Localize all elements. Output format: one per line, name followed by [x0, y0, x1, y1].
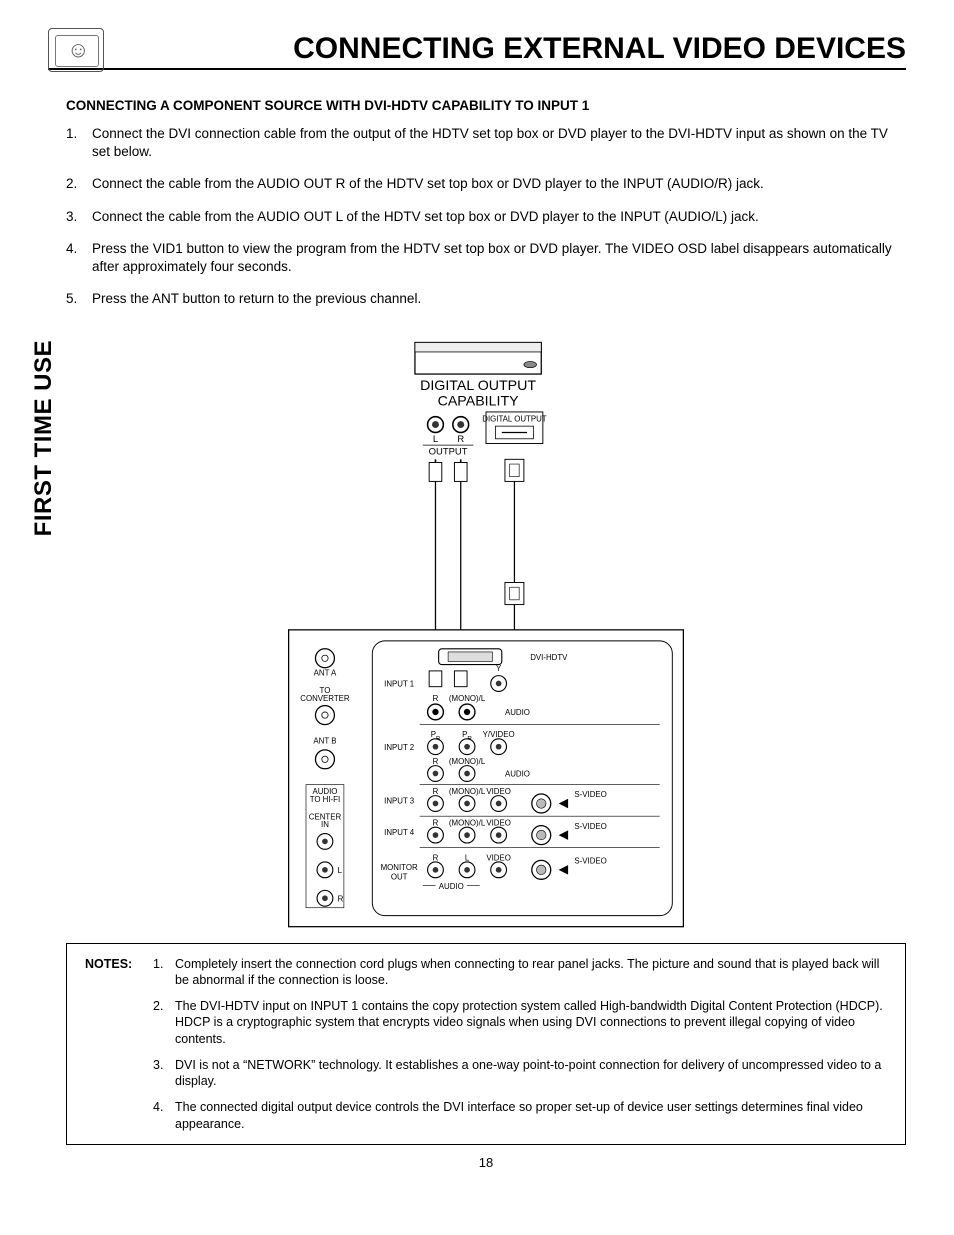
- logo-icon: [48, 28, 104, 72]
- rca-plug-icon: [429, 670, 442, 686]
- steps-list: 1.Connect the DVI connection cable from …: [66, 125, 906, 309]
- diagram-label: R: [433, 818, 439, 827]
- diagram-label: R: [433, 757, 439, 766]
- step-text: Connect the cable from the AUDIO OUT R o…: [92, 175, 906, 193]
- diagram-label: VIDEO: [486, 853, 511, 862]
- diagram-label: AUDIO: [439, 881, 464, 890]
- step-number: 5.: [66, 290, 92, 308]
- diagram-label: R: [433, 787, 439, 796]
- diagram-label: DVI-HDTV: [530, 652, 568, 661]
- rca-plug-icon: [454, 459, 467, 481]
- diagram-label: (MONO)/L: [449, 757, 486, 766]
- step-item: 1.Connect the DVI connection cable from …: [66, 125, 906, 161]
- diagram-label: DIGITAL OUTPUT: [420, 377, 536, 393]
- sidebar-section-label: FIRST TIME USE: [30, 340, 58, 536]
- diagram-label: AUDIO: [505, 708, 530, 717]
- step-item: 5.Press the ANT button to return to the …: [66, 290, 906, 308]
- diagram-label: IN: [321, 820, 329, 829]
- step-number: 3.: [66, 208, 92, 226]
- step-text: Press the ANT button to return to the pr…: [92, 290, 906, 308]
- diagram-label: L: [465, 853, 470, 862]
- diagram-label: R: [457, 433, 464, 444]
- diagram-label: INPUT 3: [384, 796, 415, 805]
- step-number: 2.: [66, 175, 92, 193]
- diagram-label: INPUT 4: [384, 828, 415, 837]
- diagram-label: L: [433, 433, 438, 444]
- source-device-icon: [415, 342, 541, 374]
- tv-back-panel: [289, 629, 684, 926]
- diagram-label: ANT B: [313, 736, 336, 745]
- rca-plug-icon: [454, 670, 467, 686]
- diagram-label: OUTPUT: [429, 446, 468, 457]
- diagram-label: (MONO)/L: [449, 818, 486, 827]
- note-row: 4.The connected digital output device co…: [85, 1099, 887, 1132]
- diagram-label: ANT A: [314, 668, 337, 677]
- diagram-label: R: [433, 693, 439, 702]
- note-text: The DVI-HDTV input on INPUT 1 contains t…: [175, 998, 887, 1047]
- step-number: 4.: [66, 240, 92, 276]
- diagram-label: (MONO)/L: [449, 787, 486, 796]
- diagram-label: AUDIO: [505, 769, 530, 778]
- diagram-label: (MONO)/L: [449, 693, 486, 702]
- page: CONNECTING EXTERNAL VIDEO DEVICES FIRST …: [0, 0, 954, 1235]
- note-text: Completely insert the connection cord pl…: [175, 956, 887, 989]
- connection-diagram: DIGITAL OUTPUT CAPABILITY L R OUTPUT DIG…: [66, 323, 906, 943]
- note-number: 1.: [153, 956, 175, 989]
- diagram-label: CONVERTER: [300, 693, 350, 702]
- step-item: 4.Press the VID1 button to view the prog…: [66, 240, 906, 276]
- sidebar-label-text: FIRST TIME USE: [30, 340, 58, 536]
- step-item: 2.Connect the cable from the AUDIO OUT R…: [66, 175, 906, 193]
- note-number: 3.: [153, 1057, 175, 1090]
- diagram-label: R: [433, 853, 439, 862]
- note-number: 4.: [153, 1099, 175, 1132]
- note-row: 2.The DVI-HDTV input on INPUT 1 contains…: [85, 998, 887, 1047]
- step-number: 1.: [66, 125, 92, 161]
- diagram-label: CAPABILITY: [438, 393, 520, 409]
- diagram-label: S-VIDEO: [574, 790, 606, 799]
- note-row: NOTES: 1.Completely insert the connectio…: [85, 956, 887, 989]
- page-number: 18: [66, 1155, 906, 1170]
- diagram-label: OUT: [391, 872, 408, 881]
- diagram-label: TO HI-FI: [310, 794, 340, 803]
- note-text: The connected digital output device cont…: [175, 1099, 887, 1132]
- diagram-label: S-VIDEO: [574, 856, 606, 865]
- step-text: Connect the DVI connection cable from th…: [92, 125, 906, 161]
- step-text: Connect the cable from the AUDIO OUT L o…: [92, 208, 906, 226]
- notes-box: NOTES: 1.Completely insert the connectio…: [66, 943, 906, 1145]
- diagram-label: L: [338, 866, 343, 875]
- note-number: 2.: [153, 998, 175, 1047]
- diagram-label: MONITOR: [381, 862, 418, 871]
- diagram-label: INPUT 2: [384, 742, 414, 751]
- diagram-label: Y: [496, 663, 502, 672]
- diagram-label: S-VIDEO: [574, 821, 606, 830]
- note-row: 3.DVI is not a “NETWORK” technology. It …: [85, 1057, 887, 1090]
- notes-label: NOTES:: [85, 956, 153, 989]
- step-text: Press the VID1 button to view the progra…: [92, 240, 906, 276]
- dvi-plug-icon: [505, 459, 524, 481]
- section-subheading: CONNECTING A COMPONENT SOURCE WITH DVI-H…: [66, 98, 906, 113]
- diagram-svg: DIGITAL OUTPUT CAPABILITY L R OUTPUT DIG…: [246, 333, 726, 933]
- rca-plug-icon: [429, 459, 442, 481]
- page-title: CONNECTING EXTERNAL VIDEO DEVICES: [48, 32, 906, 70]
- note-text: DVI is not a “NETWORK” technology. It es…: [175, 1057, 887, 1090]
- diagram-label: DIGITAL OUTPUT: [482, 414, 547, 423]
- step-item: 3.Connect the cable from the AUDIO OUT L…: [66, 208, 906, 226]
- diagram-label: VIDEO: [486, 818, 511, 827]
- diagram-label: INPUT 1: [384, 679, 414, 688]
- content-area: CONNECTING A COMPONENT SOURCE WITH DVI-H…: [66, 98, 906, 1170]
- diagram-label: Y/VIDEO: [483, 730, 515, 739]
- diagram-label: R: [338, 894, 344, 903]
- diagram-label: VIDEO: [486, 787, 511, 796]
- dvi-plug-icon: [505, 582, 524, 604]
